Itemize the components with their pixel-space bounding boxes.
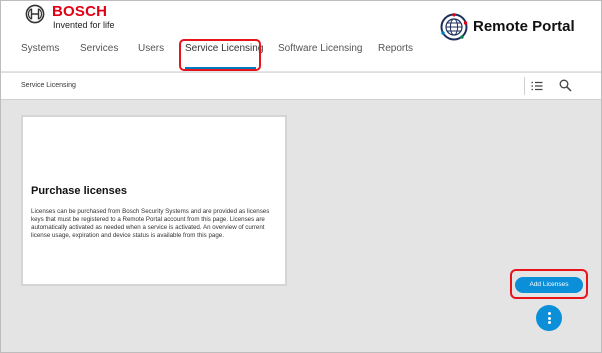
app-window: BOSCH Invented for life Remote Portal Sy… bbox=[0, 0, 602, 353]
globe-icon bbox=[440, 13, 468, 41]
breadcrumb-bar: Service Licensing bbox=[1, 72, 601, 100]
main-nav: Systems Services Users Service Licensing… bbox=[1, 43, 601, 65]
tab-highlight-box bbox=[179, 39, 261, 71]
tab-users[interactable]: Users bbox=[138, 43, 164, 54]
more-vertical-icon bbox=[547, 316, 551, 320]
breadcrumb: Service Licensing bbox=[21, 82, 76, 89]
more-vertical-icon bbox=[547, 312, 551, 315]
brand-tagline: Invented for life bbox=[53, 20, 115, 30]
tab-systems[interactable]: Systems bbox=[21, 43, 59, 54]
more-vertical-icon bbox=[547, 321, 551, 324]
tab-services[interactable]: Services bbox=[80, 43, 118, 54]
tab-reports[interactable]: Reports bbox=[378, 43, 413, 54]
tab-software-licensing[interactable]: Software Licensing bbox=[278, 43, 363, 54]
search-icon[interactable] bbox=[559, 79, 572, 92]
more-actions-button[interactable] bbox=[536, 305, 562, 331]
brand-name: BOSCH bbox=[52, 3, 108, 20]
app-title: Remote Portal bbox=[473, 18, 575, 35]
card-title: Purchase licenses bbox=[31, 185, 128, 197]
toolbar-divider bbox=[524, 77, 525, 95]
button-highlight-box bbox=[510, 269, 588, 299]
purchase-licenses-card: Purchase licenses Licenses can be purcha… bbox=[21, 115, 287, 286]
list-icon[interactable] bbox=[531, 80, 543, 92]
bosch-armature-icon bbox=[25, 4, 45, 24]
header: BOSCH Invented for life Remote Portal Sy… bbox=[1, 1, 601, 71]
card-description: Licenses can be purchased from Bosch Sec… bbox=[31, 208, 270, 239]
